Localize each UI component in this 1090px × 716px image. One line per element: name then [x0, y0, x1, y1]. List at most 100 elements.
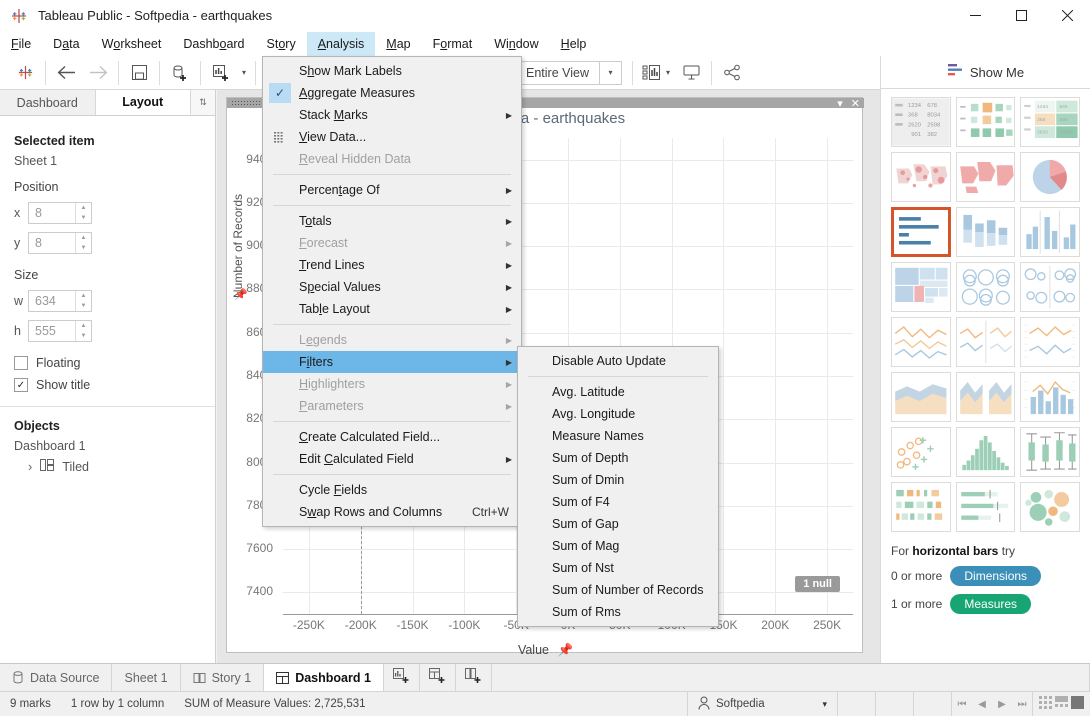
show-title-checkbox-row[interactable]: ✓ Show title	[14, 378, 201, 392]
show-me-thumb-box-and-whisker[interactable]	[1020, 427, 1080, 477]
back-arrow-icon[interactable]	[50, 60, 82, 86]
navigate-prev-icon[interactable]: ◀	[972, 699, 992, 710]
status-user[interactable]: Softpedia ▾	[687, 691, 837, 716]
analysis-menu-item-table-layout[interactable]: Table Layout ▶	[263, 298, 521, 320]
filters-item-sum-of-nst[interactable]: Sum of Nst	[518, 557, 718, 579]
show-me-thumb-highlight-table[interactable]: 1234 545 368 388 2620 53890	[1020, 97, 1080, 147]
new-worksheet-icon[interactable]	[205, 60, 237, 86]
floating-checkbox[interactable]	[14, 356, 28, 370]
objects-child-row[interactable]: › Tiled	[14, 459, 201, 474]
show-me-thumb-area-charts-continuous[interactable]	[891, 372, 951, 422]
menubar-item-file[interactable]: File	[0, 32, 42, 56]
analysis-menu-item-view-data[interactable]: View Data...	[263, 126, 521, 148]
menubar-item-story[interactable]: St o ry	[256, 32, 307, 56]
show-me-thumb-scatter-plot[interactable]	[891, 427, 951, 477]
filters-item-sum-of-rms[interactable]: Sum of Rms	[518, 601, 718, 623]
close-button[interactable]	[1044, 0, 1090, 32]
position-y-stepper[interactable]: 8 ▲ ▼	[28, 232, 92, 254]
analysis-menu[interactable]: Show Mark Labels ✓ Aggregate Measures Stack…	[262, 56, 522, 527]
show-me-thumb-discrete-lines[interactable]	[955, 317, 1016, 367]
filters-item-measure-names[interactable]: Measure Names	[518, 425, 718, 447]
analysis-menu-item-trend-lines[interactable]: Trend Lines ▶	[263, 254, 521, 276]
analysis-menu-item-special-values[interactable]: Special Values ▶	[263, 276, 521, 298]
chevron-down-icon[interactable]: ▾	[599, 61, 621, 84]
filters-item-sum-of-gap[interactable]: Sum of Gap	[518, 513, 718, 535]
show-me-thumb-packed-bubbles[interactable]	[1020, 482, 1080, 532]
chevron-right-icon[interactable]: ›	[28, 459, 32, 474]
bottom-tab-dashboard-1[interactable]: Dashboard 1	[264, 664, 384, 691]
highlight-icon[interactable]: ▾	[637, 60, 675, 86]
analysis-menu-item-swap-rows-and-columns[interactable]: Swap Rows and Columns Ctrl+W	[263, 501, 521, 523]
new-dashboard-button[interactable]	[419, 664, 456, 691]
menubar-item-worksheet[interactable]: Wo rksheet	[91, 32, 173, 56]
grid-view-icon[interactable]	[1039, 696, 1052, 712]
minimize-button[interactable]	[952, 0, 998, 32]
show-me-thumb-treemap[interactable]	[891, 262, 951, 312]
show-title-checkbox[interactable]: ✓	[14, 378, 28, 392]
menubar-item-dashboard[interactable]: Dashb o ard	[172, 32, 255, 56]
show-me-thumb-heat-map[interactable]	[955, 97, 1016, 147]
fit-view-select[interactable]: Entire View ▾	[515, 60, 622, 85]
half-view-icon[interactable]	[1055, 696, 1068, 712]
tab-dashboard[interactable]: Dashboard	[0, 90, 96, 115]
tableau-home-icon[interactable]	[9, 60, 41, 86]
new-worksheet-button[interactable]	[383, 664, 420, 691]
menubar-item-map[interactable]: Map	[375, 32, 421, 56]
show-me-thumb-area-charts-discrete[interactable]	[955, 372, 1016, 422]
x-axis-pin-icon[interactable]: 📌	[557, 643, 573, 657]
show-me-thumb-stacked-bars[interactable]	[955, 207, 1016, 257]
objects-root[interactable]: Dashboard 1	[14, 439, 201, 453]
size-w-spin-buttons[interactable]: ▲ ▼	[75, 291, 91, 311]
show-me-thumb-filled-map[interactable]	[955, 152, 1016, 202]
filters-item-sum-of-mag[interactable]: Sum of Mag	[518, 535, 718, 557]
sheet-menu-caret-icon[interactable]: ▾	[837, 97, 843, 110]
new-data-source-icon[interactable]	[164, 60, 196, 86]
position-x-spin-buttons[interactable]: ▲ ▼	[75, 203, 91, 223]
sheet-close-icon[interactable]: ✕	[851, 97, 860, 110]
size-w-stepper[interactable]: 634 ▲ ▼	[28, 290, 92, 312]
show-me-thumb-circle-views[interactable]	[955, 262, 1016, 312]
presentation-mode-icon[interactable]	[675, 60, 707, 86]
full-view-icon[interactable]	[1071, 696, 1084, 712]
bottom-tab-story-1[interactable]: Story 1	[180, 664, 265, 691]
analysis-menu-item-show-mark-labels[interactable]: Show Mark Labels	[263, 60, 521, 82]
analysis-menu-item-edit-calculated-field[interactable]: Edit Calculated Field ▶	[263, 448, 521, 470]
show-me-thumb-bullet-graph[interactable]	[955, 482, 1016, 532]
show-me-thumb-histogram[interactable]	[955, 427, 1016, 477]
save-icon[interactable]	[123, 60, 155, 86]
navigate-next-icon[interactable]: ▶	[992, 699, 1012, 710]
analysis-menu-item-filters[interactable]: Filters ▶	[263, 351, 521, 373]
null-badge[interactable]: 1 null	[795, 576, 840, 592]
show-me-thumb-pie-chart[interactable]	[1020, 152, 1080, 202]
floating-checkbox-row[interactable]: Floating	[14, 356, 201, 370]
user-caret-icon[interactable]: ▾	[822, 699, 827, 710]
analysis-menu-item-aggregate-measures[interactable]: ✓ Aggregate Measures	[263, 82, 521, 104]
analysis-menu-item-create-calculated-field[interactable]: Create Calculated Field...	[263, 426, 521, 448]
show-me-thumb-side-by-side-bars[interactable]	[1020, 207, 1080, 257]
filters-item-sum-of-dmin[interactable]: Sum of Dmin	[518, 469, 718, 491]
menubar-item-help[interactable]: Help	[550, 32, 598, 56]
forward-arrow-icon[interactable]	[82, 60, 114, 86]
navigate-last-icon[interactable]: ⏭	[1012, 699, 1032, 710]
analysis-menu-item-cycle-fields[interactable]: Cycle Fields	[263, 479, 521, 501]
show-me-thumb-side-by-side-circles[interactable]	[1020, 262, 1080, 312]
position-y-spin-buttons[interactable]: ▲ ▼	[75, 233, 91, 253]
show-me-thumb-horizontal-bars[interactable]	[891, 207, 951, 257]
size-h-stepper[interactable]: 555 ▲ ▼	[28, 320, 92, 342]
analysis-menu-item-stack-marks[interactable]: Stack Marks ▶	[263, 104, 521, 126]
menubar-item-format[interactable]: Fo rmat	[422, 32, 484, 56]
filters-item-sum-of-depth[interactable]: Sum of Depth	[518, 447, 718, 469]
size-h-spin-buttons[interactable]: ▲ ▼	[75, 321, 91, 341]
show-me-thumb-continuous-lines[interactable]	[891, 317, 951, 367]
position-x-stepper[interactable]: 8 ▲ ▼	[28, 202, 92, 224]
maximize-button[interactable]	[998, 0, 1044, 32]
filters-item-avg-latitude[interactable]: Avg. Latitude	[518, 381, 718, 403]
new-story-button[interactable]	[455, 664, 492, 691]
show-me-thumb-symbol-map[interactable]	[891, 152, 951, 202]
show-me-thumb-text-table[interactable]: 1234 678 368 8034 2620 2598 901 382	[891, 97, 951, 147]
analysis-menu-item-percentage-of[interactable]: Percentage Of ▶	[263, 179, 521, 201]
bottom-tab-sheet-1[interactable]: Sheet 1	[112, 664, 181, 691]
show-me-thumb-gantt[interactable]	[891, 482, 951, 532]
menubar-item-data[interactable]: Da ta	[42, 32, 90, 56]
filters-item-sum-of-number-of-records[interactable]: Sum of Number of Records	[518, 579, 718, 601]
